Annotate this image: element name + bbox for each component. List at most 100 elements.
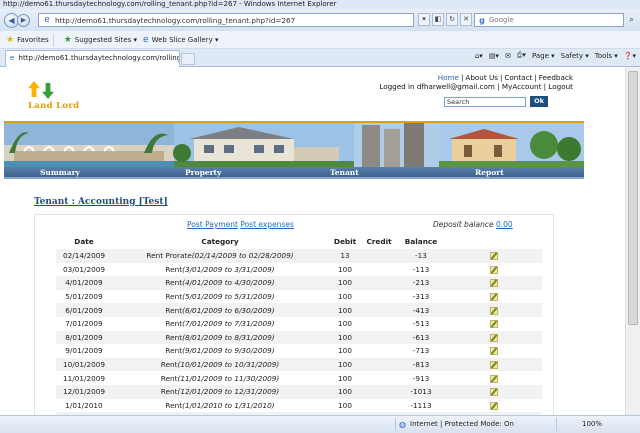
logout-link[interactable]: Logout	[548, 82, 573, 91]
search-ok-button[interactable]: Ok	[530, 96, 548, 107]
edit-icon[interactable]	[490, 347, 498, 356]
browser-search-input[interactable]: g Google	[474, 13, 624, 27]
favorites-bar: ★ Favorites ★ Suggested Sites ▾ e Web Sl…	[0, 31, 640, 49]
col-category: Category	[201, 236, 239, 246]
row-category: Rent(8/01/2009 to 8/31/2009)	[112, 330, 328, 345]
row-edit-cell[interactable]	[446, 263, 542, 277]
tools-menu[interactable]: Tools ▾	[595, 52, 618, 60]
new-tab-button[interactable]	[181, 53, 195, 65]
print-icon[interactable]: ⎙▾	[517, 51, 526, 60]
edit-icon[interactable]	[490, 306, 498, 315]
row-credit	[362, 263, 396, 277]
row-category-name: Rent	[165, 305, 183, 315]
row-category-name: Rent Prorate	[146, 251, 192, 261]
suggested-sites-button[interactable]: ★ Suggested Sites ▾	[64, 35, 137, 45]
deposit-value-link[interactable]: 0.00	[496, 220, 513, 229]
address-bar[interactable]: e http://demo61.thursdaytechnology.com/r…	[38, 13, 414, 27]
edit-icon[interactable]	[490, 333, 498, 342]
dropdown-arrow-icon[interactable]: ▾	[418, 13, 430, 26]
post-payment-link[interactable]: Post Payment	[187, 220, 238, 229]
row-edit-cell[interactable]	[446, 344, 542, 358]
forward-button[interactable]: ▶	[17, 13, 30, 27]
zoom-level[interactable]: 100%	[582, 420, 602, 428]
browser-search-placeholder: Google	[489, 16, 514, 24]
edit-icon[interactable]	[490, 361, 498, 370]
row-date-range: (9/01/2009 to 9/30/2009)	[182, 346, 275, 356]
site-logo[interactable]: Land Lord	[26, 79, 96, 115]
row-balance: -1113	[410, 400, 432, 410]
edit-icon[interactable]	[490, 293, 498, 302]
mail-icon[interactable]: ✉	[505, 52, 511, 60]
vertical-scrollbar[interactable]	[625, 67, 640, 415]
scrollbar-thumb[interactable]	[628, 71, 638, 325]
row-edit-cell[interactable]	[446, 371, 542, 385]
compatibility-icon[interactable]: ◧	[432, 13, 444, 26]
row-debit: 100	[338, 319, 352, 329]
about-link[interactable]: About Us	[465, 73, 498, 82]
row-balance: -213	[396, 276, 446, 290]
edit-icon[interactable]	[490, 374, 498, 383]
star-icon: ★	[6, 34, 15, 45]
row-edit-cell[interactable]	[446, 357, 542, 372]
divider	[395, 418, 396, 431]
command-bar: ⌂▾ ▤▾ ✉ ⎙▾ Page ▾ Safety ▾ Tools ▾ ❓▾	[475, 51, 636, 60]
site-search-input[interactable]: Search	[444, 97, 526, 107]
edit-icon[interactable]	[490, 279, 498, 288]
row-date: 12/01/2009	[56, 384, 112, 399]
row-credit	[362, 303, 396, 317]
row-date-range: (1/01/2010 to 1/31/2010)	[182, 400, 275, 410]
contact-link[interactable]: Contact	[504, 73, 532, 82]
table-row: 1/01/2010 Rent(1/01/2010 to 1/31/2010) 100…	[56, 399, 542, 413]
home-icon[interactable]: ⌂▾	[475, 52, 483, 60]
row-date-range: (5/01/2009 to 5/31/2009)	[182, 292, 275, 302]
help-menu[interactable]: ❓▾	[624, 52, 636, 60]
edit-icon[interactable]	[490, 252, 498, 261]
row-edit-cell[interactable]	[446, 249, 542, 263]
main-menu: Summary Property Tenant Report	[4, 167, 584, 179]
myaccount-link[interactable]: MyAccount	[502, 82, 541, 91]
row-edit-cell[interactable]	[446, 317, 542, 331]
web-slice-label: Web Slice Gallery ▾	[151, 35, 219, 44]
web-slice-icon: e	[143, 34, 149, 45]
row-category-name: Rent	[165, 332, 183, 342]
login-info: Logged in dfharwell@gmail.com | MyAccoun…	[379, 82, 573, 91]
address-url: http://demo61.thursdaytechnology.com/rol…	[55, 15, 296, 25]
page-title[interactable]: Tenant : Accounting [Test]	[34, 197, 168, 207]
stop-icon[interactable]: ✕	[460, 13, 472, 26]
row-date: 8/01/2009	[56, 330, 112, 345]
feedback-link[interactable]: Feedback	[539, 73, 573, 82]
page-menu[interactable]: Page ▾	[532, 52, 555, 60]
menu-property[interactable]: Property	[149, 167, 294, 177]
edit-icon[interactable]	[490, 401, 498, 410]
row-edit-cell[interactable]	[446, 330, 542, 345]
row-edit-cell[interactable]	[446, 384, 542, 399]
row-debit: 100	[338, 400, 352, 410]
refresh-icon[interactable]: ↻	[446, 13, 458, 26]
row-balance: -113	[412, 264, 430, 274]
edit-icon[interactable]	[490, 265, 498, 274]
browser-tab-active[interactable]: e http://demo61.thursdaytechnology.com/r…	[5, 50, 180, 67]
feeds-icon[interactable]: ▤▾	[489, 52, 499, 60]
row-date-range: (02/14/2009 to 02/28/2009)	[191, 251, 294, 261]
row-category-name: Rent	[160, 373, 178, 383]
menu-report[interactable]: Report	[439, 167, 584, 177]
web-slice-gallery-button[interactable]: e Web Slice Gallery ▾	[143, 35, 218, 45]
menu-summary[interactable]: Summary	[4, 167, 149, 177]
edit-icon[interactable]	[490, 388, 498, 397]
row-credit	[362, 276, 396, 290]
row-category-name: Rent	[165, 278, 183, 288]
row-date-range: (3/01/2009 to 3/31/2009)	[182, 264, 275, 274]
menu-tenant[interactable]: Tenant	[294, 167, 439, 177]
safety-menu[interactable]: Safety ▾	[561, 52, 589, 60]
post-expenses-link[interactable]: Post expenses	[240, 220, 294, 229]
row-edit-cell[interactable]	[446, 276, 542, 290]
home-link[interactable]: Home	[438, 73, 459, 82]
row-edit-cell[interactable]	[446, 290, 542, 304]
edit-icon[interactable]	[490, 320, 498, 329]
row-edit-cell[interactable]	[446, 399, 542, 413]
globe-icon: ◍	[399, 420, 406, 429]
favorites-button[interactable]: ★ Favorites	[6, 35, 49, 45]
search-icon[interactable]: ⌕	[625, 13, 638, 27]
row-edit-cell[interactable]	[446, 303, 542, 317]
security-zone[interactable]: Internet | Protected Mode: On	[410, 420, 514, 428]
